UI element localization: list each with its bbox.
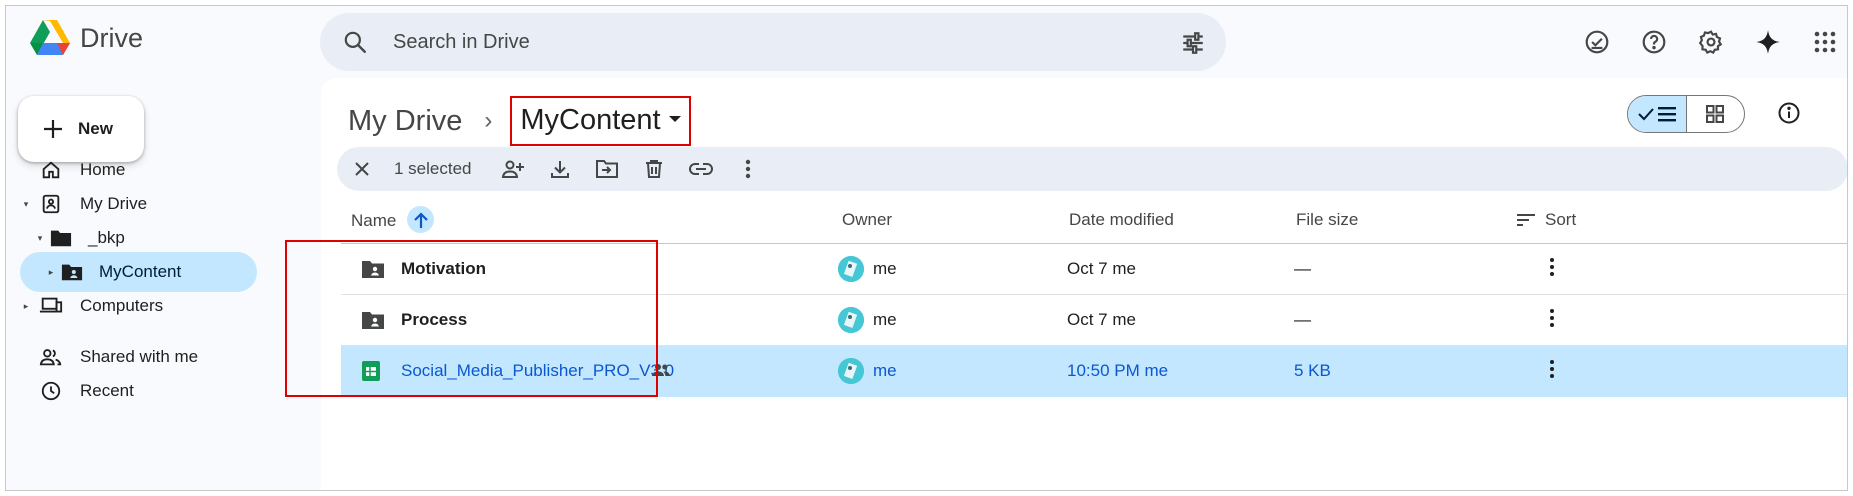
home-icon bbox=[38, 157, 64, 183]
expand-caret-icon[interactable]: ▸ bbox=[20, 301, 32, 312]
search-options-icon[interactable] bbox=[1180, 30, 1206, 61]
sort-button[interactable]: Sort bbox=[1517, 210, 1576, 230]
check-icon bbox=[1638, 108, 1654, 121]
dropdown-arrow-icon bbox=[668, 116, 681, 122]
header-actions bbox=[1578, 23, 1844, 61]
share-icon[interactable] bbox=[498, 154, 528, 184]
sidebar-item-label: MyContent bbox=[99, 262, 182, 281]
drive-logo[interactable]: Drive bbox=[30, 20, 143, 56]
sidebar-item-recent[interactable]: Recent bbox=[20, 371, 300, 411]
new-button-label: New bbox=[78, 119, 113, 138]
date-modified: Oct 7 me bbox=[1067, 310, 1136, 329]
breadcrumb-separator-icon: › bbox=[484, 107, 493, 134]
clock-icon bbox=[38, 378, 64, 404]
column-date-modified[interactable]: Date modified bbox=[1069, 210, 1174, 230]
my-drive-icon bbox=[38, 191, 64, 217]
breadcrumb: My Drive › MyContent bbox=[348, 96, 691, 146]
info-icon[interactable] bbox=[1777, 101, 1801, 130]
table-row[interactable]: Social_Media_Publisher_PRO_V3.0 me 10:50… bbox=[341, 346, 1847, 397]
gemini-icon[interactable] bbox=[1749, 23, 1787, 61]
offline-ready-icon[interactable] bbox=[1578, 23, 1616, 61]
search-input[interactable]: Search in Drive bbox=[393, 31, 530, 54]
row-more-icon[interactable] bbox=[1549, 359, 1555, 384]
sidebar-item-label: Computers bbox=[80, 296, 164, 315]
owner: me bbox=[873, 310, 897, 329]
sidebar-item-label: My Drive bbox=[80, 194, 148, 213]
column-name-label: Name bbox=[351, 210, 397, 230]
copy-link-icon[interactable] bbox=[686, 154, 716, 184]
sidebar: New Home ▾ My Drive ▾ _bkp ▸ MyContent ▸… bbox=[6, 86, 321, 490]
avatar bbox=[838, 256, 864, 282]
file-name[interactable]: Process bbox=[401, 310, 467, 330]
list-icon bbox=[1657, 107, 1676, 122]
file-size: 5 KB bbox=[1294, 361, 1331, 380]
sort-label: Sort bbox=[1545, 210, 1577, 229]
row-more-icon[interactable] bbox=[1549, 308, 1555, 333]
selection-toolbar: 1 selected bbox=[337, 147, 1847, 191]
expand-caret-icon[interactable]: ▸ bbox=[45, 267, 57, 278]
breadcrumb-my-drive[interactable]: My Drive bbox=[348, 105, 462, 138]
shared-folder-icon bbox=[59, 259, 85, 285]
grid-view-button[interactable] bbox=[1687, 96, 1745, 132]
list-view-button[interactable] bbox=[1628, 96, 1687, 132]
file-size: — bbox=[1294, 310, 1311, 329]
sidebar-item-label: Home bbox=[80, 160, 126, 179]
settings-icon[interactable] bbox=[1692, 23, 1730, 61]
expand-caret-icon[interactable]: ▾ bbox=[20, 199, 32, 210]
file-name[interactable]: Social_Media_Publisher_PRO_V3.0 bbox=[401, 361, 674, 381]
computers-icon bbox=[38, 293, 64, 319]
shared-people-icon bbox=[652, 362, 670, 382]
search-icon[interactable] bbox=[342, 29, 368, 60]
clear-selection-icon[interactable] bbox=[347, 154, 377, 184]
file-name[interactable]: Motivation bbox=[401, 259, 486, 279]
avatar bbox=[838, 307, 864, 333]
expand-caret-icon[interactable]: ▾ bbox=[34, 233, 46, 244]
date-modified: Oct 7 me bbox=[1067, 259, 1136, 278]
sort-icon bbox=[1517, 214, 1535, 226]
move-to-folder-icon[interactable] bbox=[592, 154, 622, 184]
selection-count: 1 selected bbox=[394, 159, 472, 178]
apps-grid-icon[interactable] bbox=[1806, 23, 1844, 61]
column-file-size[interactable]: File size bbox=[1296, 210, 1358, 230]
people-icon bbox=[38, 344, 64, 370]
download-icon[interactable] bbox=[545, 154, 575, 184]
date-modified: 10:50 PM me bbox=[1067, 361, 1169, 380]
drive-window: Drive Search in Drive New Home ▾ My Driv… bbox=[5, 5, 1848, 491]
trash-icon[interactable] bbox=[639, 154, 669, 184]
row-more-icon[interactable] bbox=[1549, 257, 1555, 282]
table-header: Name Owner Date modified File size Sort bbox=[341, 200, 1847, 244]
more-actions-icon[interactable] bbox=[733, 154, 763, 184]
table-row[interactable]: Process me Oct 7 me — bbox=[341, 295, 1847, 346]
column-name[interactable]: Name bbox=[351, 206, 435, 233]
breadcrumb-current-folder[interactable]: MyContent bbox=[510, 96, 691, 146]
drive-logo-icon bbox=[30, 20, 70, 55]
sheets-icon bbox=[361, 360, 381, 387]
app-name: Drive bbox=[80, 22, 144, 53]
search-bar[interactable]: Search in Drive bbox=[320, 13, 1226, 71]
folder-icon bbox=[48, 225, 74, 251]
sort-ascending-icon[interactable] bbox=[407, 206, 435, 233]
table-row[interactable]: Motivation me Oct 7 me — bbox=[341, 244, 1847, 295]
shared-folder-icon bbox=[361, 258, 385, 285]
owner: me bbox=[873, 259, 897, 278]
sidebar-item-label: Recent bbox=[80, 381, 134, 400]
plus-icon bbox=[44, 120, 62, 138]
avatar bbox=[838, 358, 864, 384]
owner: me bbox=[873, 361, 897, 380]
main-content: My Drive › MyContent 1 selected Name Own… bbox=[321, 78, 1847, 490]
grid-icon bbox=[1706, 105, 1725, 123]
view-toggle bbox=[1627, 95, 1745, 133]
file-size: — bbox=[1294, 259, 1311, 278]
column-owner[interactable]: Owner bbox=[842, 210, 892, 230]
shared-folder-icon bbox=[361, 309, 385, 336]
current-folder-name: MyContent bbox=[520, 103, 661, 136]
sidebar-item-label: _bkp bbox=[88, 228, 125, 247]
top-bar: Drive Search in Drive bbox=[6, 6, 1847, 86]
sidebar-item-computers[interactable]: ▸ Computers bbox=[20, 286, 300, 326]
sidebar-item-label: Shared with me bbox=[80, 347, 199, 366]
help-icon[interactable] bbox=[1635, 23, 1673, 61]
